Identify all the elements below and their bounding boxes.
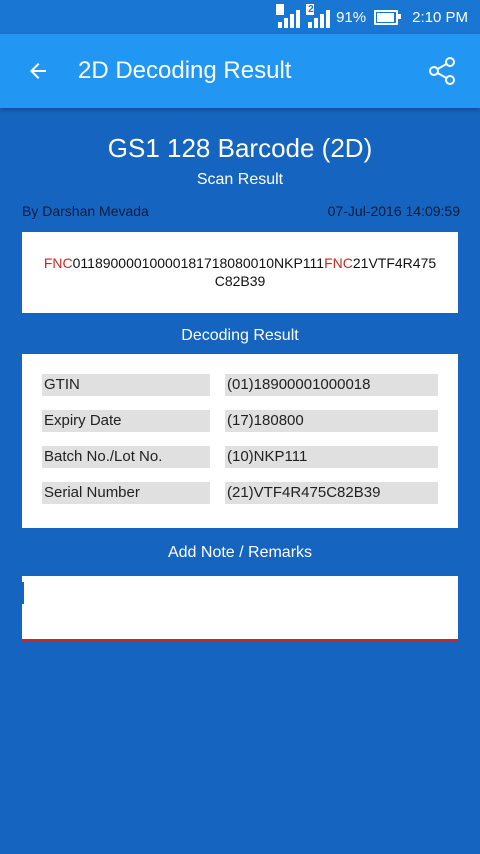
page-title: 2D Decoding Result — [78, 57, 292, 84]
field-name: Expiry Date — [42, 410, 210, 432]
raw-scan-text: FNC01189000010000181718080010NKP111FNC21… — [22, 232, 458, 313]
scan-timestamp: 07-Jul-2016 14:09:59 — [327, 203, 460, 219]
field-name: Serial Number — [42, 482, 210, 504]
raw-segment: 01189000010000181718080010NKP111 — [72, 255, 325, 271]
field-value: (10)NKP111 — [225, 446, 438, 468]
sim1-signal-icon: 3 — [276, 4, 301, 28]
field-value: (01)18900001000018 — [225, 374, 438, 396]
sim2-label: 2 — [306, 4, 315, 15]
table-row: Expiry Date (17)180800 — [42, 410, 438, 432]
add-note-label: Add Note / Remarks — [167, 544, 313, 561]
scan-meta: By Darshan Mevada 07-Jul-2016 14:09:59 — [22, 203, 460, 219]
app-bar: 2D Decoding Result — [0, 34, 480, 108]
text-cursor — [22, 582, 24, 604]
sim1-label: 3 — [276, 4, 285, 15]
status-bar: 3 2 91% 2:10 PM — [0, 0, 480, 34]
battery-percent: 91% — [336, 8, 367, 26]
author-label: By Darshan Mevada — [22, 203, 149, 219]
field-value: (17)180800 — [225, 410, 438, 432]
table-row: GTIN (01)18900001000018 — [42, 374, 438, 396]
arrow-left-icon[interactable] — [20, 53, 56, 89]
table-row: Serial Number (21)VTF4R475C82B39 — [42, 482, 438, 504]
battery-icon — [374, 9, 402, 25]
barcode-type-title: GS1 128 Barcode (2D) — [107, 133, 373, 163]
note-input[interactable] — [22, 576, 458, 639]
decoding-result-table: GTIN (01)18900001000018 Expiry Date (17)… — [22, 354, 458, 528]
note-field-container — [22, 576, 458, 642]
clock: 2:10 PM — [412, 8, 468, 26]
share-icon[interactable] — [420, 49, 464, 93]
field-name: Batch No./Lot No. — [42, 446, 210, 468]
decoding-result-label: Decoding Result — [181, 327, 299, 344]
field-value: (21)VTF4R475C82B39 — [225, 482, 438, 504]
fnc-marker: FNC — [43, 255, 73, 271]
table-row: Batch No./Lot No. (10)NKP111 — [42, 446, 438, 468]
field-name: GTIN — [42, 374, 210, 396]
scan-result-label: Scan Result — [196, 171, 284, 188]
sim2-signal-icon: 2 — [306, 4, 331, 28]
fnc-marker: FNC — [324, 255, 353, 271]
